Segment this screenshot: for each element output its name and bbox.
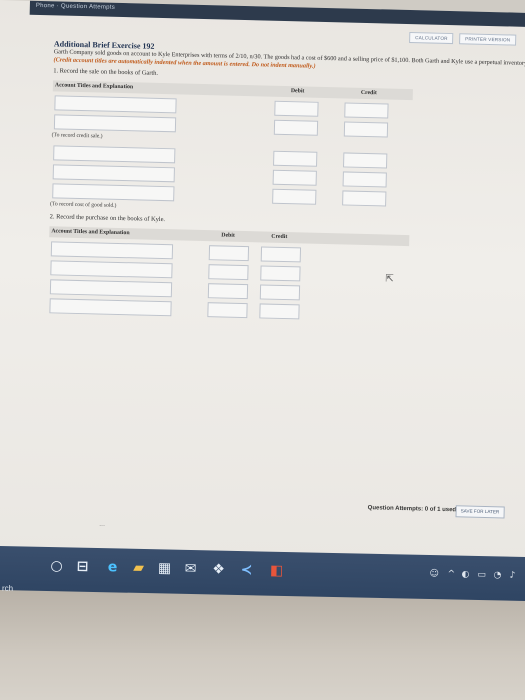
mail-icon[interactable]: ✉: [181, 560, 199, 578]
account-title-input[interactable]: [50, 241, 174, 260]
desk-background: [0, 590, 525, 700]
mouse-cursor-icon: ⇱: [385, 273, 394, 285]
wifi-icon[interactable]: ◔: [493, 570, 501, 580]
col-credit-header: Credit: [271, 233, 288, 241]
credit-input[interactable]: [343, 152, 388, 169]
debit-input[interactable]: [273, 150, 318, 167]
account-title-input[interactable]: [52, 183, 175, 202]
debit-input[interactable]: [272, 188, 317, 205]
vscode-icon[interactable]: ≺: [237, 561, 255, 579]
col-debit-header: Debit: [290, 88, 305, 95]
browser-tab[interactable]: Phone · Question Attempts: [36, 3, 115, 11]
debit-input[interactable]: [208, 264, 249, 281]
account-title-input[interactable]: [49, 279, 173, 298]
account-title-input[interactable]: [53, 114, 177, 133]
credit-input[interactable]: [343, 121, 389, 138]
debit-input[interactable]: [207, 283, 249, 300]
more-dots: ···: [99, 522, 105, 530]
office-icon[interactable]: ◧: [267, 562, 285, 580]
account-title-input[interactable]: [54, 95, 177, 114]
credit-input[interactable]: [342, 171, 387, 188]
dropbox-icon[interactable]: ❖: [209, 560, 227, 578]
credit-input[interactable]: [259, 284, 301, 301]
col-account-header: Account Titles and Explanation: [51, 228, 130, 237]
credit-input[interactable]: [259, 303, 300, 320]
exercise-content: Additional Brief Exercise 192 Garth Comp…: [47, 35, 525, 325]
printer-version-button[interactable]: PRINTER VERSION: [459, 33, 517, 46]
battery-icon[interactable]: ▭: [477, 570, 486, 580]
search-circle-icon[interactable]: ○: [47, 557, 65, 575]
journal-row: [47, 298, 407, 322]
store-icon[interactable]: ▦: [155, 559, 173, 577]
debit-input[interactable]: [208, 245, 250, 262]
credit-input[interactable]: [260, 265, 301, 282]
account-title-input[interactable]: [50, 260, 173, 279]
taskbar-search-text[interactable]: rch: [2, 584, 13, 593]
credit-input[interactable]: [342, 190, 387, 207]
volume-icon[interactable]: ♪: [509, 571, 515, 581]
photo-frame: Phone · Question Attempts CALCULATOR PRI…: [0, 0, 525, 700]
file-explorer-icon[interactable]: ▰: [129, 559, 147, 577]
col-debit-header: Debit: [221, 232, 235, 239]
col-account-header: Account Titles and Explanation: [54, 82, 134, 91]
task-view-icon[interactable]: ⊟: [73, 558, 91, 576]
browser-top-bar: Phone · Question Attempts: [29, 0, 525, 28]
account-title-input[interactable]: [49, 298, 172, 317]
network-icon[interactable]: ◐: [461, 570, 469, 580]
debit-input[interactable]: [273, 119, 319, 136]
save-for-later-button[interactable]: SAVE FOR LATER: [455, 505, 505, 519]
debit-input[interactable]: [272, 169, 317, 186]
debit-input[interactable]: [274, 100, 319, 117]
credit-input[interactable]: [344, 102, 389, 119]
col-credit-header: Credit: [360, 89, 377, 97]
debit-input[interactable]: [207, 302, 248, 319]
edge-icon[interactable]: e: [103, 558, 121, 576]
calculator-button[interactable]: CALCULATOR: [409, 32, 454, 45]
account-title-input[interactable]: [52, 164, 175, 183]
people-icon[interactable]: ☺: [429, 569, 439, 579]
question-attempts: Question Attempts: 0 of 1 used: [367, 505, 457, 514]
chevron-up-icon[interactable]: ^: [447, 569, 455, 579]
credit-input[interactable]: [260, 246, 302, 263]
account-title-input[interactable]: [53, 145, 176, 164]
